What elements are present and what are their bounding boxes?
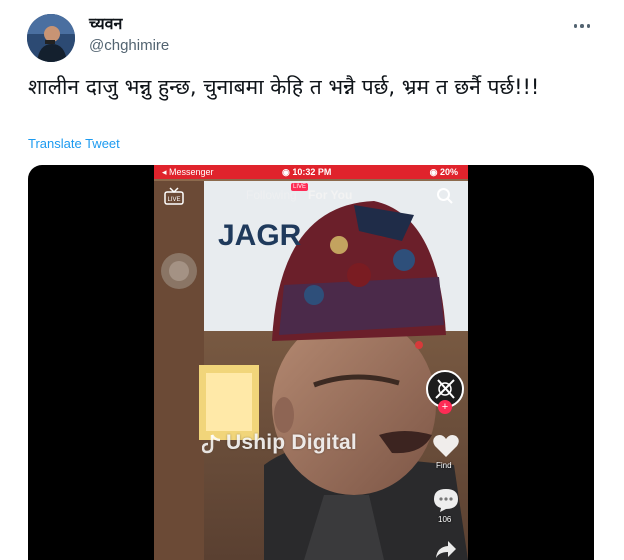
avatar-image — [27, 14, 75, 62]
live-tv-icon: LIVE — [164, 187, 184, 205]
svg-text:JAGR: JAGR — [218, 219, 302, 252]
page-scrollbar[interactable] — [603, 440, 606, 560]
background-sign: JAGR — [218, 219, 302, 252]
translate-tweet-link[interactable]: Translate Tweet — [28, 136, 120, 151]
more-options-icon[interactable] — [570, 14, 594, 38]
phone-status-bar: ◂ Messenger ◉ 10:32 PM ◉ 20% — [154, 165, 468, 179]
share-icon — [434, 539, 458, 560]
like-count: Find — [436, 461, 452, 470]
avatar[interactable] — [27, 14, 75, 62]
tweet-video[interactable]: ◂ Messenger ◉ 10:32 PM ◉ 20% LIVE LIVE F… — [28, 165, 594, 560]
watermark-logo-icon — [201, 433, 222, 459]
author-display-name[interactable]: च्यवन — [89, 14, 122, 34]
tab-for-you: For You — [308, 188, 353, 202]
video-frame: ◂ Messenger ◉ 10:32 PM ◉ 20% LIVE LIVE F… — [154, 165, 468, 560]
tweet-card: च्यवन @chghimire शालीन दाजु भन्नु हुन्छ,… — [0, 0, 624, 560]
heart-icon — [432, 433, 460, 463]
svg-text:LIVE: LIVE — [167, 197, 180, 203]
tab-following: Following — [246, 188, 297, 202]
status-app: ◂ Messenger — [162, 167, 214, 177]
comment-icon — [432, 487, 460, 517]
status-time: ◉ 10:32 PM — [282, 167, 332, 177]
feed-tabs: Following For You — [246, 188, 352, 202]
status-battery: ◉ 20% — [429, 167, 458, 177]
tweet-text: शालीन दाजु भन्नु हुन्छ, चुनाबमा केहि त भ… — [28, 75, 540, 99]
add-follow-icon: + — [438, 400, 452, 414]
search-icon — [436, 187, 454, 209]
author-handle[interactable]: @chghimire — [89, 37, 169, 55]
comment-count: 106 — [438, 515, 452, 524]
video-watermark: Uship Digital — [226, 431, 357, 454]
